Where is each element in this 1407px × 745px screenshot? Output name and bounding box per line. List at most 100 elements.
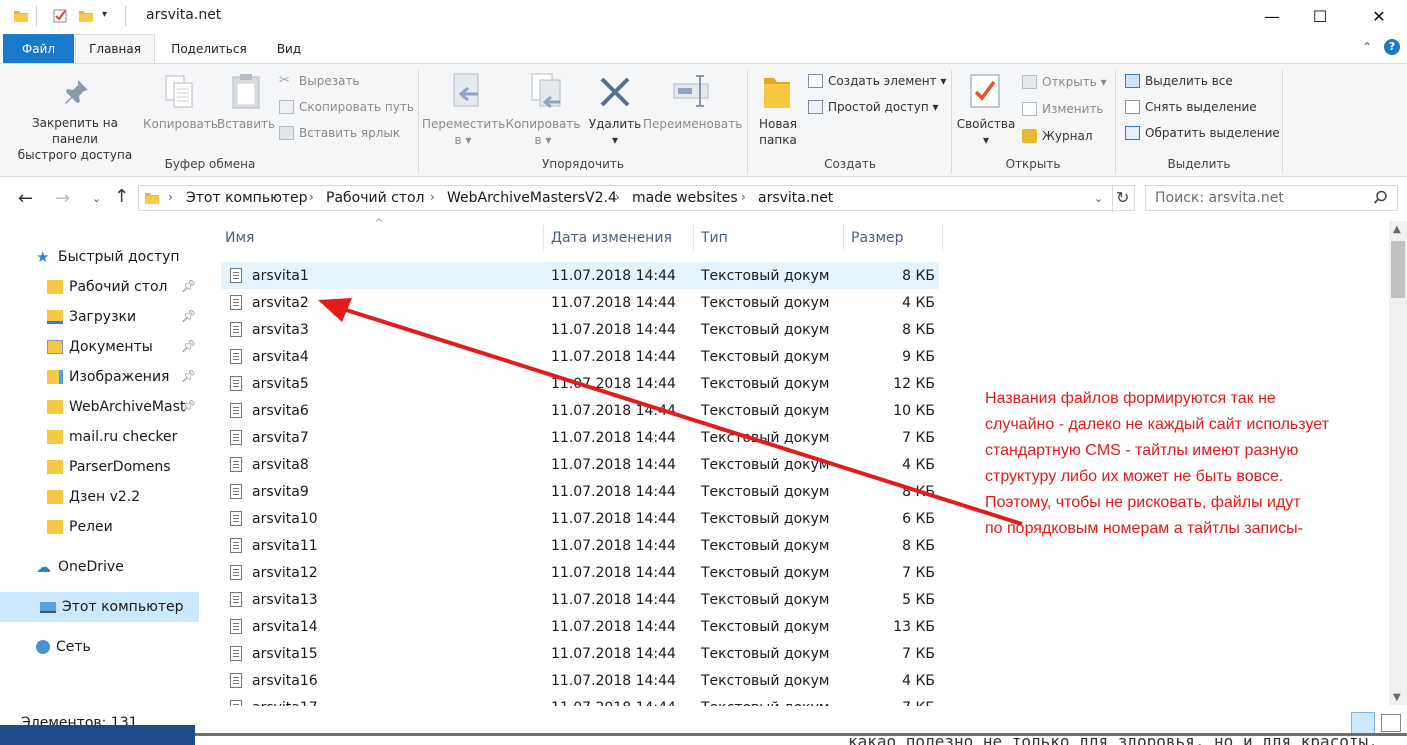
open-button[interactable]: Открыть ▾ <box>1022 72 1107 92</box>
file-date: 11.07.2018 14:44 <box>551 618 676 635</box>
up-arrow-icon[interactable]: ↑ <box>114 186 129 207</box>
nav-item-mailru[interactable]: mail.ru checker <box>0 422 200 452</box>
table-row[interactable]: arsvita5 11.07.2018 14:44 Текстовый докум 1… <box>221 370 939 397</box>
tab-view[interactable]: Вид <box>262 34 316 63</box>
properties-qat-icon[interactable] <box>52 8 68 24</box>
table-row[interactable]: arsvita8 11.07.2018 14:44 Текстовый докум 4… <box>221 451 939 478</box>
pin-icon[interactable]: 📌︎ <box>181 369 196 383</box>
address-history-chevron-icon[interactable]: ⌄ <box>1094 192 1103 205</box>
paste-shortcut-button[interactable]: Вставить ярлык <box>279 123 400 143</box>
copy-to-button[interactable]: Копировать в ▾ <box>505 116 581 148</box>
nav-item-webarchive[interactable]: WebArchiveMast <box>0 392 200 422</box>
nav-this-pc[interactable]: Этот компьютер <box>0 592 199 622</box>
move-to-button[interactable]: Переместить в ▾ <box>422 116 505 148</box>
scroll-up-icon[interactable]: ▲ <box>1393 224 1401 235</box>
table-row[interactable]: arsvita15 11.07.2018 14:44 Текстовый докум… <box>221 640 939 667</box>
file-type: Текстовый докум <box>701 618 830 635</box>
details-view-icon[interactable] <box>1351 712 1375 734</box>
breadcrumb-webarchive[interactable]: WebArchiveMastersV2.4 <box>447 190 617 206</box>
forward-arrow-icon[interactable]: → <box>55 188 70 209</box>
pin-quick-access-button[interactable]: Закрепить на панели быстрого доступа <box>8 115 142 163</box>
breadcrumb-current[interactable]: arsvita.net <box>758 190 833 206</box>
delete-button[interactable]: Удалить ▾ <box>585 116 645 148</box>
table-row[interactable]: arsvita1 11.07.2018 14:44 Текстовый докум 8… <box>221 262 939 289</box>
pin-icon[interactable]: 📌︎ <box>181 279 196 293</box>
breadcrumb-chevron-icon[interactable]: › <box>741 190 746 204</box>
breadcrumb-chevron-icon[interactable]: › <box>430 190 435 204</box>
paste-button[interactable]: Вставить <box>217 116 275 132</box>
copy-path-button[interactable]: Скопировать путь <box>279 97 414 117</box>
breadcrumb-made-websites[interactable]: made websites <box>632 190 738 206</box>
table-row[interactable]: arsvita6 11.07.2018 14:44 Текстовый докум 1… <box>221 397 939 424</box>
table-row[interactable]: arsvita13 11.07.2018 14:44 Текстовый докум… <box>221 586 939 613</box>
cut-button[interactable]: ✂ Вырезать <box>279 71 360 91</box>
pin-icon[interactable]: 📌︎ <box>181 309 196 323</box>
maximize-button[interactable]: ☐ <box>1297 0 1343 32</box>
table-row[interactable]: arsvita2 11.07.2018 14:44 Текстовый докум 4… <box>221 289 939 316</box>
column-divider[interactable] <box>543 225 544 251</box>
table-row[interactable]: arsvita16 11.07.2018 14:44 Текстовый докум… <box>221 667 939 694</box>
nav-onedrive[interactable]: ☁ OneDrive <box>0 552 200 582</box>
table-row[interactable]: arsvita12 11.07.2018 14:44 Текстовый докум… <box>221 559 939 586</box>
recent-locations-icon[interactable]: ⌄ <box>92 192 101 205</box>
nav-item-desktop[interactable]: Рабочий стол <box>0 272 200 302</box>
select-all-button[interactable]: Выделить все <box>1125 71 1233 91</box>
nav-network[interactable]: Сеть <box>0 632 200 662</box>
copy-button[interactable]: Копировать <box>143 116 218 132</box>
breadcrumb-this-pc[interactable]: Этот компьютер <box>186 190 308 206</box>
help-icon[interactable]: ? <box>1384 39 1400 55</box>
select-none-button[interactable]: Снять выделение <box>1125 97 1257 117</box>
nav-item-pictures[interactable]: Изображения <box>0 362 200 392</box>
new-folder-qat-icon[interactable] <box>78 8 94 24</box>
breadcrumb-chevron-icon[interactable]: › <box>309 190 314 204</box>
minimize-button[interactable]: — <box>1249 0 1295 32</box>
new-item-button[interactable]: Создать элемент ▾ <box>808 71 946 91</box>
nav-item-downloads[interactable]: Загрузки <box>0 302 200 332</box>
table-row[interactable]: arsvita10 11.07.2018 14:44 Текстовый докум… <box>221 505 939 532</box>
edit-button[interactable]: Изменить <box>1022 99 1104 119</box>
easy-access-button[interactable]: Простой доступ ▾ <box>808 97 939 117</box>
table-row[interactable]: arsvita4 11.07.2018 14:44 Текстовый докум 9… <box>221 343 939 370</box>
tab-share[interactable]: Поделиться <box>160 34 258 63</box>
new-folder-button[interactable]: Новая папка <box>752 116 804 148</box>
properties-button[interactable]: Свойства ▾ <box>955 116 1017 148</box>
column-divider[interactable] <box>843 225 844 251</box>
column-type-header[interactable]: Тип <box>695 225 843 251</box>
scrollbar-thumb[interactable] <box>1391 241 1405 298</box>
pin-icon[interactable]: 📌︎ <box>181 339 196 353</box>
table-row[interactable]: arsvita9 11.07.2018 14:44 Текстовый докум 8… <box>221 478 939 505</box>
scroll-down-icon[interactable]: ▼ <box>1393 692 1401 703</box>
column-divider[interactable] <box>942 225 943 251</box>
pin-icon[interactable]: 📌︎ <box>181 399 196 413</box>
table-row[interactable]: arsvita1711.07.2018 14:44Текстовый докум… <box>221 694 939 706</box>
table-row[interactable]: arsvita11 11.07.2018 14:44 Текстовый докум… <box>221 532 939 559</box>
breadcrumb-desktop[interactable]: Рабочий стол <box>326 190 425 206</box>
column-date-header[interactable]: Дата изменения <box>545 225 693 251</box>
rename-button[interactable]: Переименовать <box>643 116 742 132</box>
column-divider[interactable] <box>693 225 694 251</box>
nav-item-label: Рабочий стол <box>69 279 168 295</box>
qat-customize-icon[interactable]: ▾ <box>102 9 107 20</box>
breadcrumb-chevron-icon[interactable]: › <box>615 190 620 204</box>
nav-item-dzen[interactable]: Дзен v2.2 <box>0 482 200 512</box>
nav-item-relei[interactable]: Релеи <box>0 512 200 542</box>
collapse-ribbon-icon[interactable]: ⌃ <box>1362 40 1372 54</box>
table-row[interactable]: arsvita14 11.07.2018 14:44 Текстовый докум… <box>221 613 939 640</box>
nav-item-parserdomens[interactable]: ParserDomens <box>0 452 200 482</box>
nav-quick-access[interactable]: ★ Быстрый доступ <box>0 242 200 272</box>
column-name-header[interactable]: Имя <box>219 225 544 251</box>
invert-selection-button[interactable]: Обратить выделение <box>1125 123 1280 143</box>
column-size-header[interactable]: Размер <box>845 225 943 251</box>
breadcrumb-chevron-icon[interactable]: › <box>168 190 173 204</box>
tab-home[interactable]: Главная <box>75 34 155 63</box>
history-button[interactable]: Журнал <box>1022 126 1093 146</box>
nav-item-documents[interactable]: Документы <box>0 332 200 362</box>
close-button[interactable]: ✕ <box>1356 0 1402 32</box>
tab-file[interactable]: Файл <box>3 34 74 63</box>
search-icon[interactable] <box>1373 190 1388 205</box>
refresh-icon[interactable]: ↻ <box>1116 188 1129 207</box>
table-row[interactable]: arsvita7 11.07.2018 14:44 Текстовый докум 7… <box>221 424 939 451</box>
large-icons-view-icon[interactable] <box>1381 714 1401 732</box>
table-row[interactable]: arsvita3 11.07.2018 14:44 Текстовый докум 8… <box>221 316 939 343</box>
back-arrow-icon[interactable]: ← <box>18 188 33 209</box>
